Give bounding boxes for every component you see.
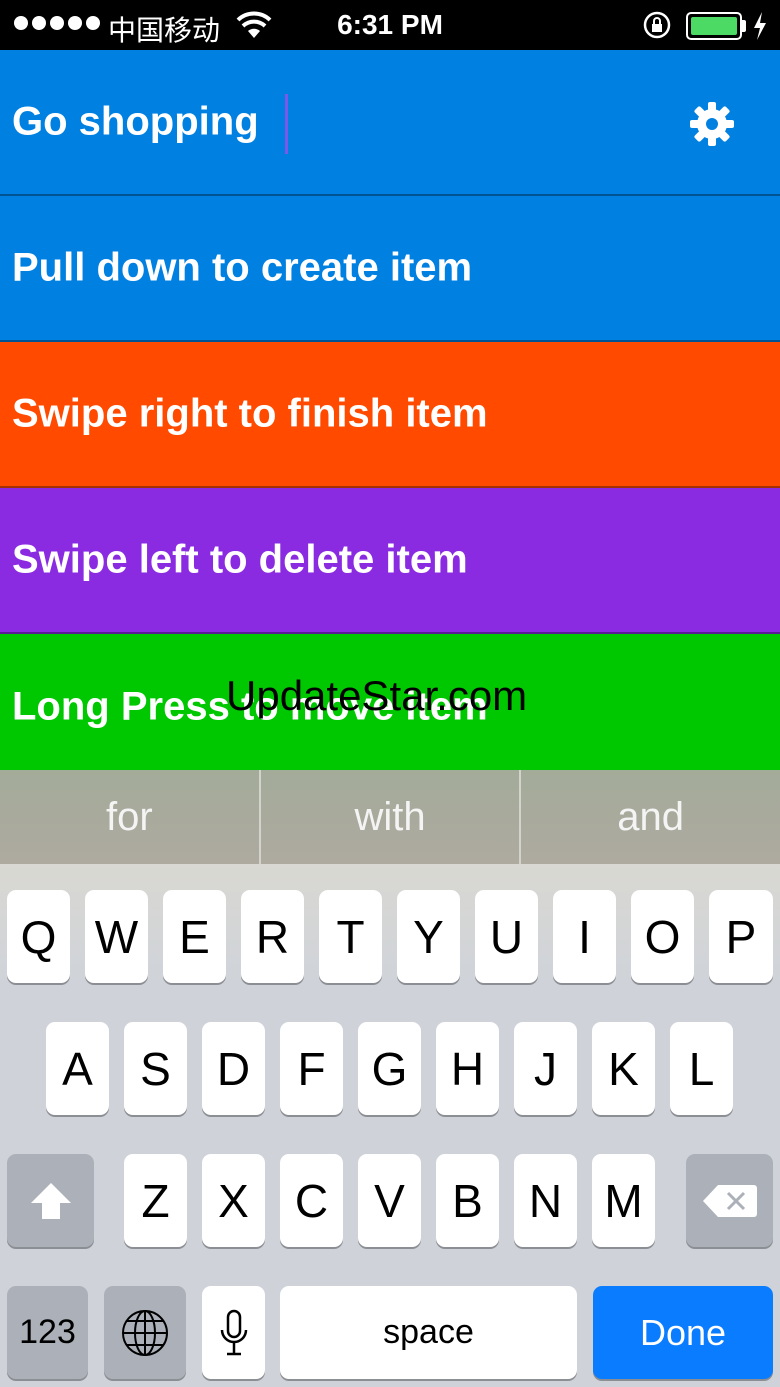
battery-icon <box>686 12 742 40</box>
microphone-icon <box>220 1309 247 1355</box>
suggestion-item[interactable]: and <box>521 770 780 864</box>
key-i[interactable]: I <box>553 890 616 983</box>
key-r[interactable]: R <box>241 890 304 983</box>
globe-icon <box>122 1309 168 1356</box>
key-s[interactable]: S <box>124 1022 187 1115</box>
key-q[interactable]: Q <box>7 890 70 983</box>
key-b[interactable]: B <box>436 1154 499 1247</box>
predictive-bar: for with and <box>0 770 780 864</box>
key-y[interactable]: Y <box>397 890 460 983</box>
list-item[interactable]: Swipe right to finish item <box>0 342 780 488</box>
key-v[interactable]: V <box>358 1154 421 1247</box>
key-t[interactable]: T <box>319 890 382 983</box>
key-k[interactable]: K <box>592 1022 655 1115</box>
key-l[interactable]: L <box>670 1022 733 1115</box>
globe-key[interactable] <box>104 1286 186 1379</box>
shift-key[interactable] <box>7 1154 94 1247</box>
key-m[interactable]: M <box>592 1154 655 1247</box>
rotation-lock-icon <box>643 11 671 39</box>
charging-icon <box>754 12 766 40</box>
key-o[interactable]: O <box>631 890 694 983</box>
key-j[interactable]: J <box>514 1022 577 1115</box>
list-item-label: Swipe right to finish item <box>12 391 488 436</box>
key-d[interactable]: D <box>202 1022 265 1115</box>
list-title-input[interactable]: Go shopping <box>12 100 259 145</box>
key-z[interactable]: Z <box>124 1154 187 1247</box>
key-e[interactable]: E <box>163 890 226 983</box>
key-c[interactable]: C <box>280 1154 343 1247</box>
key-f[interactable]: F <box>280 1022 343 1115</box>
suggestion-item[interactable]: with <box>261 770 522 864</box>
numbers-key[interactable]: 123 <box>7 1286 88 1379</box>
key-x[interactable]: X <box>202 1154 265 1247</box>
list-item-label: Pull down to create item <box>12 245 473 290</box>
suggestion-item[interactable]: for <box>0 770 261 864</box>
text-cursor <box>285 94 288 154</box>
key-a[interactable]: A <box>46 1022 109 1115</box>
key-w[interactable]: W <box>85 890 148 983</box>
gear-icon[interactable] <box>688 100 736 148</box>
list-item[interactable]: Pull down to create item <box>0 196 780 342</box>
key-u[interactable]: U <box>475 890 538 983</box>
delete-key[interactable] <box>686 1154 773 1247</box>
shift-arrow-icon <box>30 1182 71 1219</box>
backspace-icon <box>702 1184 757 1217</box>
watermark: UpdateStar.com <box>226 672 528 719</box>
key-p[interactable]: P <box>709 890 773 983</box>
dictation-key[interactable] <box>202 1286 265 1379</box>
list-item-label: Swipe left to delete item <box>12 537 468 582</box>
space-key[interactable]: space <box>280 1286 577 1379</box>
key-n[interactable]: N <box>514 1154 577 1247</box>
key-h[interactable]: H <box>436 1022 499 1115</box>
keyboard: Q W E R T Y U I O P A S D F G H J K L Z … <box>0 864 780 1387</box>
done-key[interactable]: Done <box>593 1286 773 1379</box>
list-item[interactable]: Swipe left to delete item <box>0 488 780 634</box>
status-bar: 中国移动 6:31 PM <box>0 0 780 50</box>
list-title-row[interactable]: Go shopping <box>0 50 780 196</box>
key-g[interactable]: G <box>358 1022 421 1115</box>
